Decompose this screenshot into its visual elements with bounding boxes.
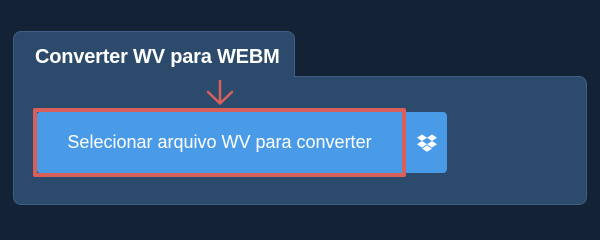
pointer-arrow-icon bbox=[206, 80, 234, 105]
dropbox-button[interactable] bbox=[406, 112, 447, 173]
converter-page: Converter WV para WEBM Selecionar arquiv… bbox=[0, 0, 600, 230]
dropbox-icon bbox=[416, 134, 437, 152]
panel-seam bbox=[14, 74, 294, 78]
select-file-button[interactable]: Selecionar arquivo WV para converter bbox=[37, 112, 402, 173]
panel-title: Converter WV para WEBM bbox=[35, 46, 280, 68]
